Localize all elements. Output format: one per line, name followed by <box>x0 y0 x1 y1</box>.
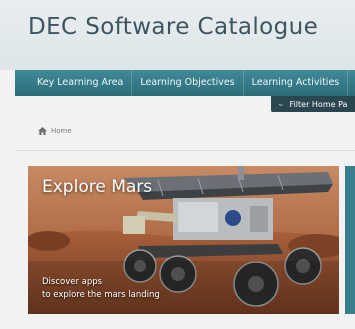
breadcrumb-home-link[interactable]: Home <box>51 127 72 135</box>
card-description: Discover apps to explore the mars landin… <box>42 276 160 302</box>
divider <box>15 150 355 151</box>
card-description-line2: to explore the mars landing <box>42 290 160 300</box>
nav-item-learning-objectives[interactable]: Learning Objectives <box>132 70 244 96</box>
filter-home-page-toggle[interactable]: ⌄ Filter Home Pa <box>271 96 355 112</box>
site-title[interactable]: DEC Software Catalogue <box>28 14 318 40</box>
filter-label: Filter Home Pa <box>289 99 348 109</box>
site-header: DEC Software Catalogue <box>0 0 355 70</box>
featured-card-explore-mars[interactable]: Explore Mars Discover apps to explore th… <box>28 166 339 314</box>
card-description-line1: Discover apps <box>42 277 103 287</box>
breadcrumb: Home <box>38 127 72 135</box>
main-nav: Key Learning Area Learning Objectives Le… <box>15 70 355 96</box>
card-title: Explore Mars <box>42 177 153 197</box>
chevron-down-icon: ⌄ <box>277 99 285 109</box>
next-card-panel[interactable] <box>345 166 355 314</box>
home-icon <box>38 127 47 135</box>
nav-item-key-learning-area[interactable]: Key Learning Area <box>15 70 133 96</box>
nav-item-learning-activities[interactable]: Learning Activities <box>244 70 349 96</box>
